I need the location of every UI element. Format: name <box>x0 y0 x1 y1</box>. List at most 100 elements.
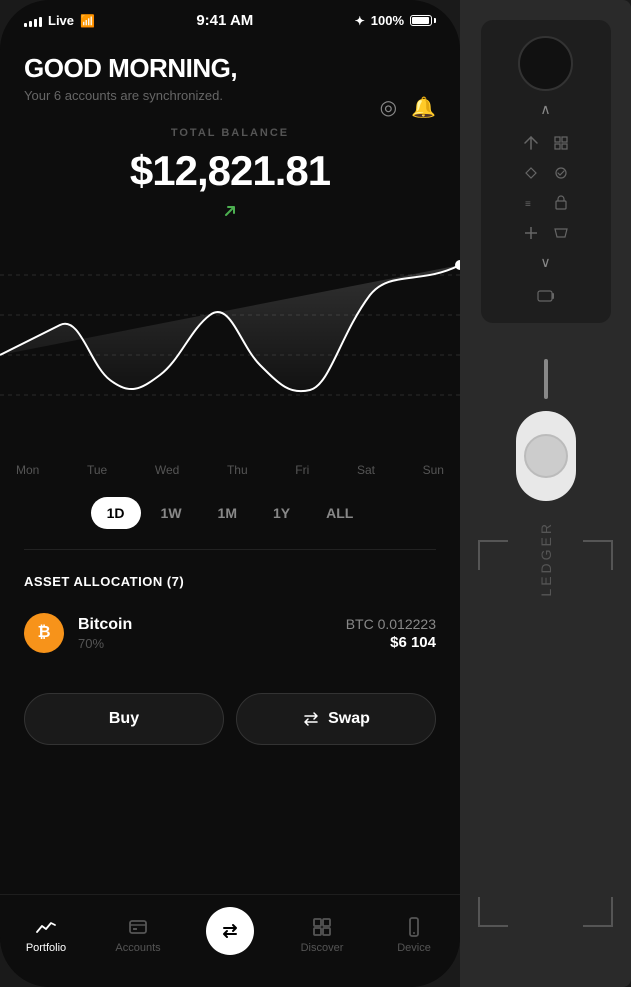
day-sat: Sat <box>357 463 375 477</box>
period-selector: 1D 1W 1M 1Y ALL <box>0 485 460 541</box>
asset-info-bitcoin: Bitcoin 70% <box>78 616 332 651</box>
buy-label: Buy <box>109 710 139 728</box>
buy-button[interactable]: Buy <box>24 693 224 745</box>
device-button-circle <box>518 36 573 91</box>
balance-chart <box>0 235 460 435</box>
device-bottom-icons <box>535 285 557 307</box>
nav-center-button[interactable] <box>206 907 254 955</box>
transfer-icon <box>219 920 241 942</box>
bracket-bottom-right <box>583 897 613 927</box>
greeting-text: GOOD MORNING, <box>24 53 436 84</box>
device-icon-grid: ≡ <box>520 132 572 244</box>
time-labels: Mon Tue Wed Thu Fri Sat Sun <box>0 455 460 485</box>
day-mon: Mon <box>16 463 39 477</box>
battery-icon <box>410 15 436 26</box>
nav-discover[interactable]: Discover <box>276 903 368 967</box>
nav-discover-label: Discover <box>301 942 344 954</box>
period-1d[interactable]: 1D <box>91 497 141 529</box>
pie-chart-icon[interactable]: ◎ <box>380 95 397 120</box>
arrow-up-right-icon <box>222 203 238 219</box>
device-icon-1 <box>520 132 542 154</box>
device-icon <box>403 916 425 938</box>
asset-crypto-bitcoin: BTC 0.012223 <box>346 616 436 632</box>
status-bar: Live 📶 9:41 AM ✦ 100% <box>0 0 460 33</box>
nav-device[interactable]: Device <box>368 903 460 967</box>
device-up-arrow: ∧ <box>540 101 550 118</box>
day-thu: Thu <box>227 463 248 477</box>
asset-amounts-bitcoin: BTC 0.012223 $6 104 <box>346 616 436 651</box>
device-icon-5: ≡ <box>520 192 542 214</box>
bottom-nav: Portfolio Accounts <box>0 894 460 987</box>
asset-name-bitcoin: Bitcoin <box>78 616 332 634</box>
period-1w[interactable]: 1W <box>145 497 198 529</box>
period-all[interactable]: ALL <box>310 497 369 529</box>
device-icon-4 <box>550 162 572 184</box>
nav-portfolio-label: Portfolio <box>26 942 66 954</box>
status-left: Live 📶 <box>24 13 95 28</box>
day-wed: Wed <box>155 463 179 477</box>
period-1y[interactable]: 1Y <box>257 497 306 529</box>
device-icon-8 <box>550 222 572 244</box>
ledger-branding: LEDGER <box>538 521 554 602</box>
bluetooth-icon: ✦ <box>355 14 365 28</box>
bracket-bottom-left <box>478 897 508 927</box>
phone-screen: Live 📶 9:41 AM ✦ 100% GOOD MORNING, Y <box>0 0 460 987</box>
subtitle-text: Your 6 accounts are synchronized. <box>24 88 436 103</box>
change-badge <box>222 203 238 219</box>
day-sun: Sun <box>423 463 444 477</box>
discover-icon <box>311 916 333 938</box>
nav-accounts-label: Accounts <box>115 942 160 954</box>
device-icon-3 <box>520 162 542 184</box>
balance-section: TOTAL BALANCE $12,821.81 <box>0 119 460 235</box>
asset-item-bitcoin: ₿ Bitcoin 70% BTC 0.012223 $6 104 <box>24 605 436 661</box>
device-icon-9 <box>535 285 557 307</box>
battery-label: 100% <box>371 13 404 28</box>
device-usb-connector <box>516 411 576 501</box>
device-bottom-section: LEDGER <box>516 343 576 602</box>
swap-icon <box>302 710 320 728</box>
nav-center[interactable] <box>184 903 276 967</box>
portfolio-icon <box>35 916 57 938</box>
svg-text:≡: ≡ <box>525 199 531 210</box>
device-down-arrow: ∨ <box>540 254 550 271</box>
signal-bars <box>24 15 42 27</box>
nav-accounts[interactable]: Accounts <box>92 903 184 967</box>
carrier-label: Live <box>48 13 74 28</box>
status-time: 9:41 AM <box>196 12 253 29</box>
section-divider <box>24 549 436 550</box>
swap-button[interactable]: Swap <box>236 693 436 745</box>
signal-bar-4 <box>39 17 42 27</box>
signal-bar-3 <box>34 19 37 27</box>
header-icons: ◎ 🔔 <box>380 95 436 120</box>
ledger-device: ∧ <box>460 0 631 987</box>
device-icon-2 <box>550 132 572 154</box>
ledger-logo-text: LEDGER <box>538 521 554 597</box>
asset-pct-bitcoin: 70% <box>78 636 332 651</box>
wifi-icon: 📶 <box>80 14 95 28</box>
nav-portfolio[interactable]: Portfolio <box>0 903 92 967</box>
asset-section-title: ASSET ALLOCATION (7) <box>24 574 436 589</box>
balance-label: TOTAL BALANCE <box>24 127 436 139</box>
asset-section: ASSET ALLOCATION (7) ₿ Bitcoin 70% BTC 0… <box>0 558 460 677</box>
bell-icon[interactable]: 🔔 <box>411 95 436 120</box>
day-fri: Fri <box>295 463 309 477</box>
action-buttons: Buy Swap <box>0 677 460 761</box>
period-1m[interactable]: 1M <box>202 497 253 529</box>
chart-section <box>0 235 460 455</box>
accounts-icon <box>127 916 149 938</box>
device-usb-button <box>524 434 568 478</box>
header-section: GOOD MORNING, Your 6 accounts are synchr… <box>0 33 460 119</box>
device-icon-7 <box>520 222 542 244</box>
bracket-top-left <box>478 540 508 570</box>
bracket-top-right <box>583 540 613 570</box>
swap-label: Swap <box>328 710 370 728</box>
day-tue: Tue <box>87 463 107 477</box>
signal-bar-2 <box>29 21 32 27</box>
balance-amount: $12,821.81 <box>24 147 436 195</box>
balance-change <box>24 203 436 219</box>
asset-fiat-bitcoin: $6 104 <box>346 634 436 651</box>
bitcoin-icon: ₿ <box>24 613 64 653</box>
nav-device-label: Device <box>397 942 431 954</box>
status-right: ✦ 100% <box>355 13 436 28</box>
device-connector-cable <box>544 359 548 399</box>
